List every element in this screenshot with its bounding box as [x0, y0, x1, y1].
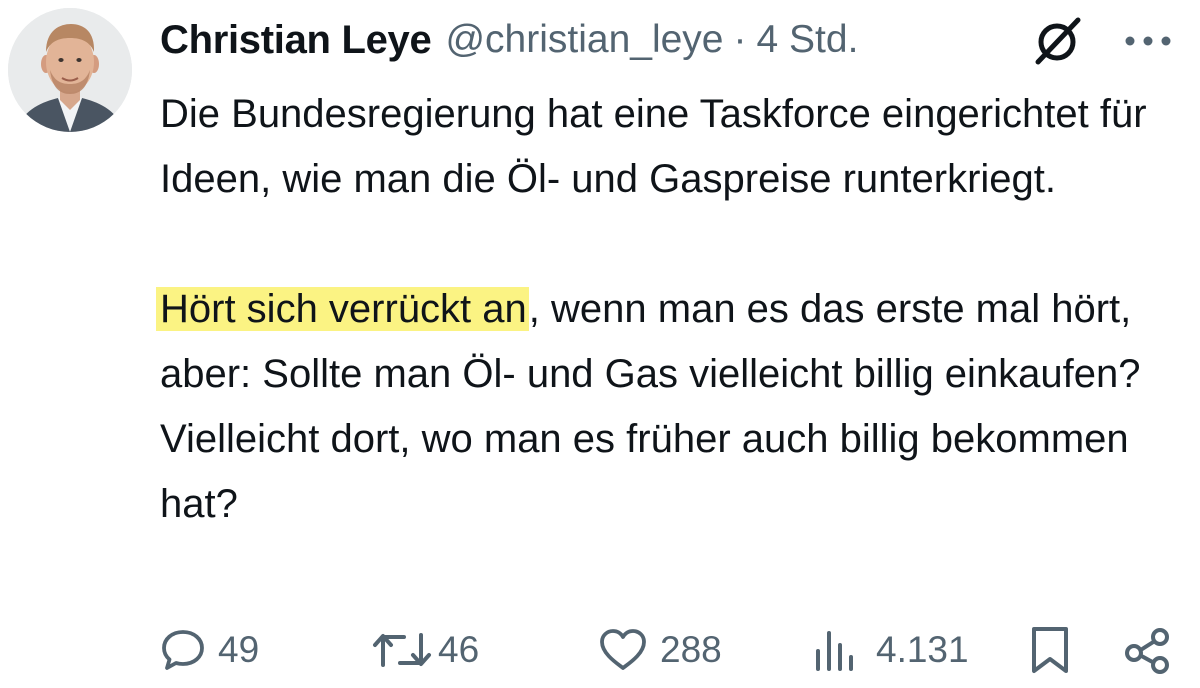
tweet-header: Christian Leye @christian_leye · 4 Std.: [160, 12, 858, 68]
author-name[interactable]: Christian Leye: [160, 18, 432, 63]
repost-icon: [373, 633, 431, 667]
views-count: 4.131: [876, 629, 969, 670]
author-handle[interactable]: @christian_leye: [445, 18, 723, 62]
tweet-text: Die Bundesregierung hat eine Taskforce e…: [156, 82, 1190, 537]
grok-icon[interactable]: [1030, 14, 1084, 68]
tweet: Christian Leye @christian_leye · 4 Std. …: [0, 0, 1200, 688]
views-button[interactable]: 4.131: [812, 618, 969, 682]
profile-photo: [8, 8, 132, 132]
views-icon: [816, 631, 853, 671]
bookmark-icon: [1032, 627, 1068, 673]
tweet-paragraph-1: Die Bundesregierung hat eine Taskforce e…: [160, 92, 1147, 201]
separator-dot: ·: [733, 18, 747, 61]
action-bar: 49 46 288 4.131: [0, 618, 1200, 682]
like-count: 288: [660, 629, 722, 670]
reply-button[interactable]: 49: [160, 618, 259, 682]
tweet-paragraph-2: Hört sich verrückt an, wenn man es das e…: [156, 277, 1190, 537]
avatar[interactable]: [8, 8, 132, 132]
reply-icon: [162, 630, 204, 670]
repost-count: 46: [438, 629, 480, 670]
highlighted-text: Hört sich verrückt an: [156, 287, 529, 331]
more-icon[interactable]: [1120, 24, 1176, 58]
timestamp[interactable]: 4 Std.: [757, 18, 859, 62]
share-icon: [1125, 628, 1169, 674]
reply-count: 49: [218, 629, 260, 670]
like-button[interactable]: 288: [598, 618, 722, 682]
repost-button[interactable]: 46: [372, 618, 479, 682]
share-button[interactable]: [1122, 618, 1172, 682]
bookmark-button[interactable]: [1030, 618, 1070, 682]
like-icon: [600, 629, 646, 670]
